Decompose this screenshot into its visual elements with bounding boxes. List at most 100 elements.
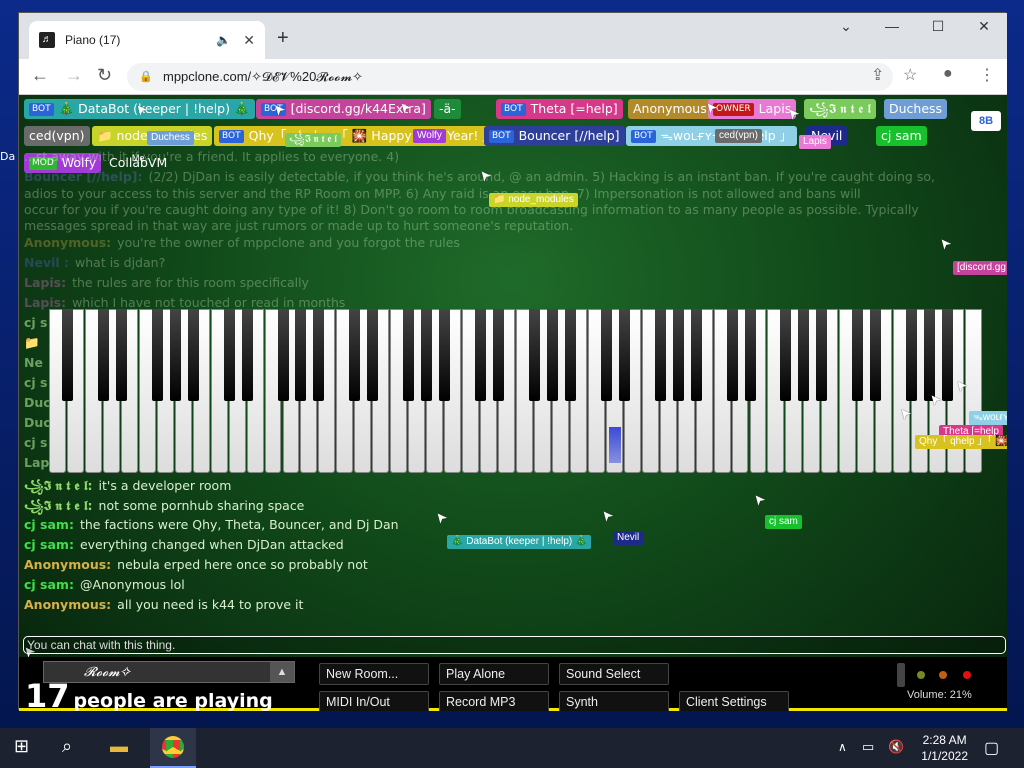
speaker-muted-icon[interactable]: 🔇 (888, 739, 904, 755)
black-key[interactable] (97, 309, 109, 401)
black-key[interactable] (421, 309, 433, 401)
badge-8b[interactable]: 8B (971, 111, 1001, 131)
user-chip-label: Theta [=help] (530, 101, 618, 116)
black-key[interactable] (187, 309, 199, 401)
black-key[interactable] (690, 309, 702, 401)
chat-partial-author: 📁 (24, 335, 40, 350)
black-key[interactable] (600, 309, 612, 401)
black-key[interactable] (403, 309, 415, 401)
back-icon[interactable]: ← (31, 65, 49, 86)
black-key[interactable] (564, 309, 576, 401)
chrome-taskbar-item[interactable] (150, 728, 196, 768)
user-chip[interactable]: BOTᯓᴡᴏʟғʏᯓ「 ahelp 」 (626, 126, 798, 146)
clock[interactable]: 2:28 AM 1/1/2022 (921, 732, 968, 764)
chat-message: Nevil : what is djdan? (24, 255, 165, 270)
tray-chevron-icon[interactable]: ∧ (838, 740, 847, 754)
record-mp3-button[interactable]: Record MP3 (439, 691, 549, 711)
black-key[interactable] (349, 309, 361, 401)
mouse-cursor-icon: ➤ (748, 490, 769, 510)
black-key[interactable] (439, 309, 451, 401)
user-chip[interactable]: ꧁𝕴 𝖓 𝖙 𝖊 𝖑 (804, 99, 877, 119)
network-icon[interactable]: ▭ (862, 739, 874, 755)
user-chip[interactable]: cj sam (876, 126, 927, 146)
tab-bar: ♬ Piano (17) 🔈 ✕ + ⌄ — ☐ ✕ (19, 13, 1007, 59)
chat-input[interactable]: You can chat with this thing. (23, 636, 1006, 654)
url-field[interactable]: 🔒 mppclone.com/✧𝓓𝓔𝓥%20𝓡𝓸𝓸𝓶✧ (127, 63, 893, 91)
black-key[interactable] (313, 309, 325, 401)
room-select-arrow-icon[interactable]: ▲ (270, 662, 294, 682)
black-key[interactable] (277, 309, 289, 401)
black-key[interactable] (241, 309, 253, 401)
sound-select-button[interactable]: Sound Select (559, 663, 669, 685)
close-window-button[interactable]: ✕ (961, 13, 1007, 41)
black-key[interactable] (798, 309, 810, 401)
black-key[interactable] (151, 309, 163, 401)
black-key[interactable] (223, 309, 235, 401)
black-key[interactable] (367, 309, 379, 401)
black-key[interactable] (870, 309, 882, 401)
new-tab-button[interactable]: + (277, 27, 289, 50)
user-chip[interactable]: BOT Qhy「 qhelp 」「 🎇 Happy New Year! 」 (214, 126, 500, 146)
black-key[interactable] (906, 309, 918, 401)
profile-avatar-icon[interactable]: ● (943, 65, 953, 83)
user-chip[interactable]: ced(vpn) (24, 126, 90, 146)
synth-button[interactable]: Synth (559, 691, 669, 711)
black-key[interactable] (672, 309, 684, 401)
user-chip[interactable]: BOT Theta [=help] (496, 99, 623, 119)
black-key[interactable] (924, 309, 936, 401)
reload-icon[interactable]: ↻ (97, 65, 112, 86)
black-key[interactable] (726, 309, 738, 401)
user-chip-label: 🎄 DataBot (keeper | !help) 🎄 (58, 101, 250, 116)
minimize-button[interactable]: — (869, 13, 915, 41)
audio-playing-icon[interactable]: 🔈 (216, 33, 231, 47)
notifications-icon[interactable]: ▢ (984, 738, 999, 758)
new-room-button[interactable]: New Room... (319, 663, 429, 685)
mouse-cursor-icon: ➤ (430, 508, 451, 528)
user-chip[interactable]: Duchess (884, 99, 948, 119)
chat-message: Anonymous: you're the owner of mppclone a… (24, 235, 460, 250)
chat-partial-author: Duc (24, 395, 51, 410)
black-key[interactable] (618, 309, 630, 401)
search-icon[interactable]: ⌕ (62, 736, 72, 757)
chat-author: Anonymous: (24, 557, 112, 572)
file-explorer-icon[interactable]: ▬ (110, 736, 128, 757)
volume-knob[interactable] (897, 663, 905, 687)
midi-button[interactable]: MIDI In/Out (319, 691, 429, 711)
bookmark-star-icon[interactable]: ☆ (903, 65, 917, 85)
black-key[interactable] (852, 309, 864, 401)
close-tab-icon[interactable]: ✕ (243, 32, 255, 49)
maximize-button[interactable]: ☐ (915, 13, 961, 41)
black-key[interactable] (475, 309, 487, 401)
share-icon[interactable]: ⇪ (871, 65, 884, 85)
player-count-number: 17 (25, 677, 70, 711)
black-key[interactable] (493, 309, 505, 401)
lock-icon[interactable]: 🔒 (139, 63, 153, 91)
user-chip[interactable]: -ä- (434, 99, 461, 119)
tab-search-icon[interactable]: ⌄ (823, 13, 869, 41)
black-key[interactable] (169, 309, 181, 401)
piano-keyboard[interactable] (49, 309, 983, 473)
chat-author: cj sam: (24, 517, 74, 532)
user-chip[interactable]: Anonymous (628, 99, 712, 119)
black-key[interactable] (546, 309, 558, 401)
black-key[interactable] (744, 309, 756, 401)
chat-partial-author: Ne (24, 355, 43, 370)
black-key[interactable] (816, 309, 828, 401)
black-key[interactable] (654, 309, 666, 401)
bot-tag: BOT (29, 103, 54, 116)
menu-kebab-icon[interactable]: ⋮ (979, 65, 995, 85)
client-settings-button[interactable]: Client Settings (679, 691, 789, 711)
black-key[interactable] (780, 309, 792, 401)
led-orange-icon (939, 671, 947, 679)
led-green-icon (917, 671, 925, 679)
black-key[interactable] (115, 309, 127, 401)
browser-tab[interactable]: ♬ Piano (17) 🔈 ✕ (29, 21, 265, 59)
forward-icon[interactable]: → (65, 65, 83, 86)
black-key[interactable] (295, 309, 307, 401)
user-chip[interactable]: BOT Bouncer [//help] (484, 126, 625, 146)
windows-start-icon[interactable]: ⊞ (14, 736, 29, 757)
play-alone-button[interactable]: Play Alone (439, 663, 549, 685)
chat-text: what is djdan? (75, 255, 166, 270)
black-key[interactable] (528, 309, 540, 401)
black-key[interactable] (61, 309, 73, 401)
